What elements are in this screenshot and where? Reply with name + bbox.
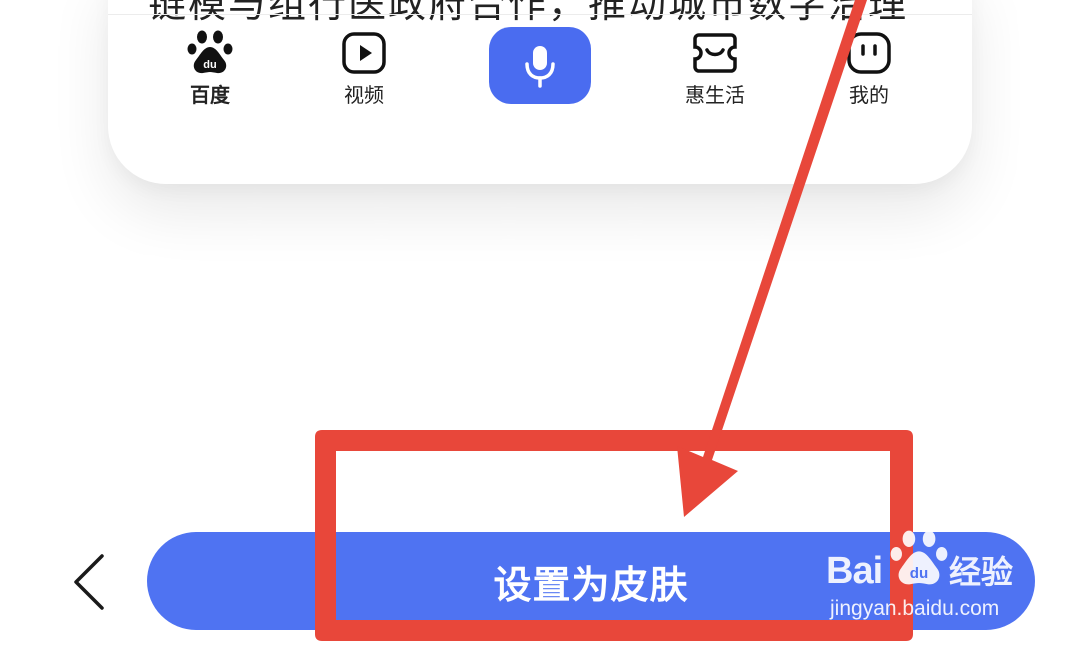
skin-preview-card: 链模与组行医政府合作，推动城市数字治理 du 百度 视频 惠生活 我的 [108, 0, 972, 184]
face-icon [845, 29, 893, 77]
play-square-icon [340, 29, 388, 77]
preview-article-text: 链模与组行医政府合作，推动城市数字治理 [148, 0, 909, 26]
watermark-suffix: 经验 [949, 553, 1014, 591]
tab-mine[interactable]: 我的 [814, 29, 924, 105]
tabbar-divider [108, 14, 972, 15]
tab-mine-label: 我的 [849, 83, 889, 107]
voice-search-button[interactable] [489, 27, 591, 104]
tab-life[interactable]: 惠生活 [660, 29, 770, 105]
ticket-smile-icon [691, 29, 739, 77]
microphone-icon [525, 45, 555, 88]
tab-baidu-label: 百度 [190, 83, 230, 107]
tab-video[interactable]: 视频 [309, 29, 419, 105]
baidu-paw-icon: du [890, 530, 948, 585]
watermark-paw-text: du [910, 565, 928, 582]
watermark-url: jingyan.baidu.com [830, 597, 1000, 620]
baidu-paw-icon: du [186, 29, 234, 77]
back-button[interactable] [70, 552, 110, 612]
tab-video-label: 视频 [344, 83, 384, 107]
svg-text:du: du [203, 59, 216, 71]
baidu-jingyan-watermark: Bai du 经验 jingyan.baidu.com [826, 528, 1036, 628]
tab-baidu[interactable]: du 百度 [155, 29, 265, 105]
watermark-brand: Bai [826, 550, 883, 592]
chevron-left-icon [74, 554, 104, 610]
tab-life-label: 惠生活 [685, 83, 745, 107]
